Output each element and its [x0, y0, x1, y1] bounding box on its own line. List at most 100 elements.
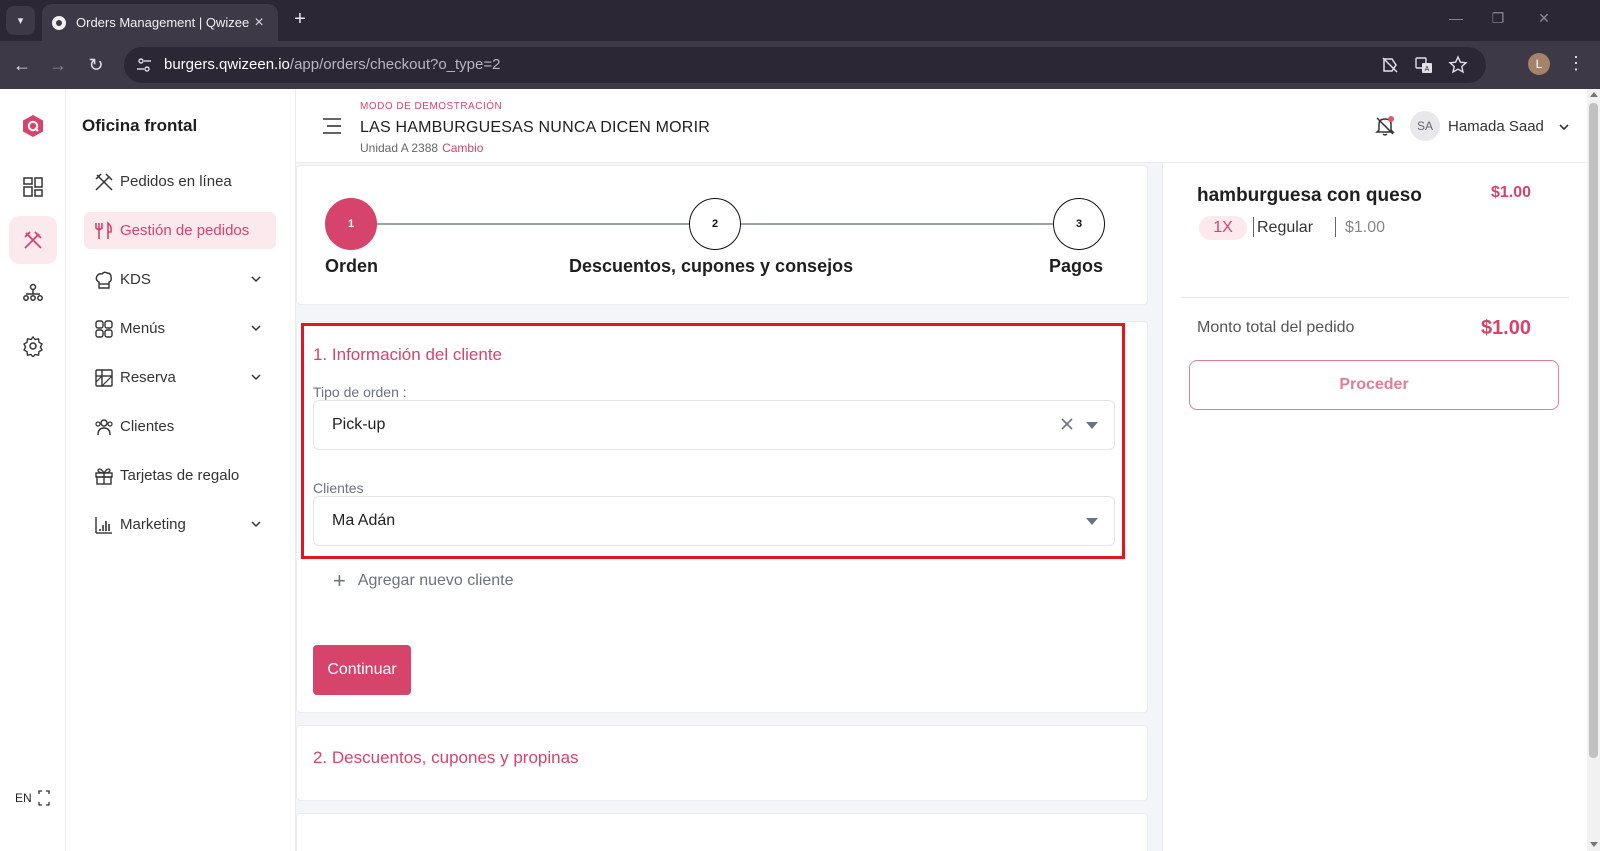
tab-close-icon[interactable]: × [250, 14, 268, 32]
separator [1335, 217, 1336, 237]
gift-icon [94, 466, 114, 486]
quantity-badge: 1X [1199, 216, 1247, 240]
language-code: EN [15, 791, 32, 805]
sidebar-item-marketing[interactable]: Marketing [84, 506, 276, 543]
minimize-icon[interactable]: — [1444, 10, 1468, 30]
continue-button[interactable]: Continuar [313, 645, 411, 695]
page-scrollbar[interactable] [1587, 89, 1600, 851]
new-tab-icon[interactable]: + [288, 8, 312, 32]
step-1-label: Orden [325, 256, 379, 276]
url-text: burgers.qwizeen.io/app/orders/checkout?o… [164, 56, 501, 73]
unit-info: Unidad A 2388 Cambio [360, 141, 483, 155]
scroll-thumb[interactable] [1589, 103, 1598, 758]
plus-icon: + [333, 568, 346, 593]
app-root: EN Oficina frontal Pedidos en línea Gest… [0, 89, 1600, 851]
back-icon[interactable]: ← [10, 53, 34, 77]
tab-title: Orders Management | Qwizeen [76, 15, 250, 30]
browser-tab-bar: ▾ Orders Management | Qwizeen × + — ❐ ✕ [0, 0, 1600, 41]
forward-icon[interactable]: → [46, 53, 70, 77]
total-value: $1.00 [1480, 317, 1531, 339]
organization-icon[interactable] [9, 269, 57, 317]
unit-price: $1.00 [1345, 219, 1386, 236]
dashboard-icon[interactable] [9, 163, 57, 211]
chevron-down-icon [251, 521, 261, 528]
sidebar-item-label: Pedidos en línea [120, 173, 232, 190]
icon-rail: EN [0, 89, 66, 851]
chevron-down-icon [251, 374, 261, 381]
sidebar-item-pedidos-en-linea[interactable]: Pedidos en línea [84, 163, 276, 200]
order-type-label: Tipo de orden : [313, 384, 407, 400]
chevron-down-icon[interactable] [1558, 121, 1570, 133]
sidebar-item-gestion-de-pedidos[interactable]: Gestión de pedidos [84, 212, 276, 249]
customer-info-title: 1. Información del cliente [313, 345, 502, 364]
sidebar-item-label: Tarjetas de regalo [120, 467, 240, 484]
tab-search-icon[interactable]: ▾ [6, 6, 35, 35]
utensils-icon [94, 172, 114, 192]
unit-label: Unidad A 2388 [360, 141, 439, 155]
translate-icon[interactable]: A [1414, 55, 1434, 75]
tracking-blocked-icon[interactable] [1380, 55, 1400, 75]
item-price: $1.00 [1490, 184, 1531, 201]
url-field[interactable]: burgers.qwizeen.io/app/orders/checkout?o… [124, 47, 1486, 83]
user-avatar[interactable]: SA [1410, 111, 1440, 141]
store-name: LAS HAMBURGUESAS NUNCA DICEN MORIR [360, 119, 710, 136]
step-3-circle[interactable]: 3 [1053, 198, 1105, 250]
restore-icon[interactable]: ❐ [1486, 10, 1510, 30]
sidebar-item-reserva[interactable]: Reserva [84, 359, 276, 396]
item-variant: Regular [1257, 219, 1314, 236]
reload-icon[interactable]: ↻ [84, 53, 108, 77]
client-select[interactable]: Ma Adán [313, 496, 1115, 546]
front-office-icon[interactable] [9, 216, 57, 264]
scroll-down-icon[interactable] [1590, 842, 1598, 847]
caret-down-icon[interactable] [1086, 422, 1098, 429]
sidebar: Oficina frontal Pedidos en línea Gestión… [66, 89, 296, 851]
step-1-circle[interactable]: 1 [325, 198, 377, 250]
user-name[interactable]: Hamada Saad [1448, 118, 1544, 135]
customer-info-card: 1. Información del cliente Tipo de orden… [296, 321, 1148, 713]
table-icon [94, 368, 114, 388]
change-unit-link[interactable]: Cambio [442, 141, 483, 155]
language-switcher[interactable]: EN [5, 786, 55, 810]
bookmark-star-icon[interactable] [1448, 55, 1468, 75]
site-settings-icon[interactable] [136, 57, 152, 73]
browser-address-bar: ← → ↻ burgers.qwizeen.io/app/orders/chec… [0, 41, 1600, 89]
sidebar-item-clientes[interactable]: Clientes [84, 408, 276, 445]
chevron-down-icon [251, 325, 261, 332]
add-new-client-button[interactable]: + Agregar nuevo cliente [333, 568, 514, 594]
summary-divider [1181, 297, 1569, 298]
svg-text:A: A [1425, 66, 1430, 73]
fork-knife-icon [94, 220, 114, 241]
window-close-icon[interactable]: ✕ [1532, 10, 1556, 30]
sidebar-item-kds[interactable]: KDS [84, 261, 276, 298]
sidebar-item-menus[interactable]: Menús [84, 310, 276, 347]
add-client-label: Agregar nuevo cliente [357, 572, 514, 589]
notifications-off-icon[interactable] [1374, 115, 1396, 137]
sidebar-item-label: Reserva [120, 369, 176, 386]
demo-mode-label: MODO DE DEMOSTRACIÓN [360, 101, 503, 112]
checkout-main: 1 2 3 Orden Descuentos, cupones y consej… [296, 163, 1162, 851]
settings-gear-icon[interactable] [9, 322, 57, 370]
scroll-up-icon[interactable] [1590, 92, 1598, 97]
profile-avatar[interactable]: L [1528, 53, 1550, 75]
browser-tab[interactable]: Orders Management | Qwizeen × [42, 4, 278, 41]
browser-menu-icon[interactable]: ⋮ [1566, 53, 1586, 77]
sidebar-item-tarjetas-de-regalo[interactable]: Tarjetas de regalo [84, 457, 276, 494]
chevron-down-icon [251, 276, 261, 283]
menu-toggle-icon[interactable] [322, 117, 342, 135]
order-summary: hamburguesa con queso $1.00 1X Regular $… [1162, 163, 1587, 851]
discounts-card[interactable]: 2. Descuentos, cupones y propinas [296, 725, 1148, 801]
step-connector [715, 223, 1079, 225]
caret-down-icon[interactable] [1086, 518, 1098, 525]
grid-icon [94, 319, 114, 339]
qwizeen-logo-icon[interactable] [22, 114, 44, 138]
discounts-title: 2. Descuentos, cupones y propinas [313, 748, 579, 767]
clients-label: Clientes [313, 480, 364, 496]
clear-selection-icon[interactable] [1060, 417, 1074, 431]
sidebar-item-label: KDS [120, 271, 151, 288]
proceed-button[interactable]: Proceder [1189, 360, 1559, 410]
step-2-circle[interactable]: 2 [689, 198, 741, 250]
order-type-select[interactable]: Pick-up [313, 400, 1115, 450]
sidebar-item-label: Menús [120, 320, 166, 337]
fullscreen-icon[interactable] [38, 790, 50, 806]
step-connector [351, 223, 715, 225]
